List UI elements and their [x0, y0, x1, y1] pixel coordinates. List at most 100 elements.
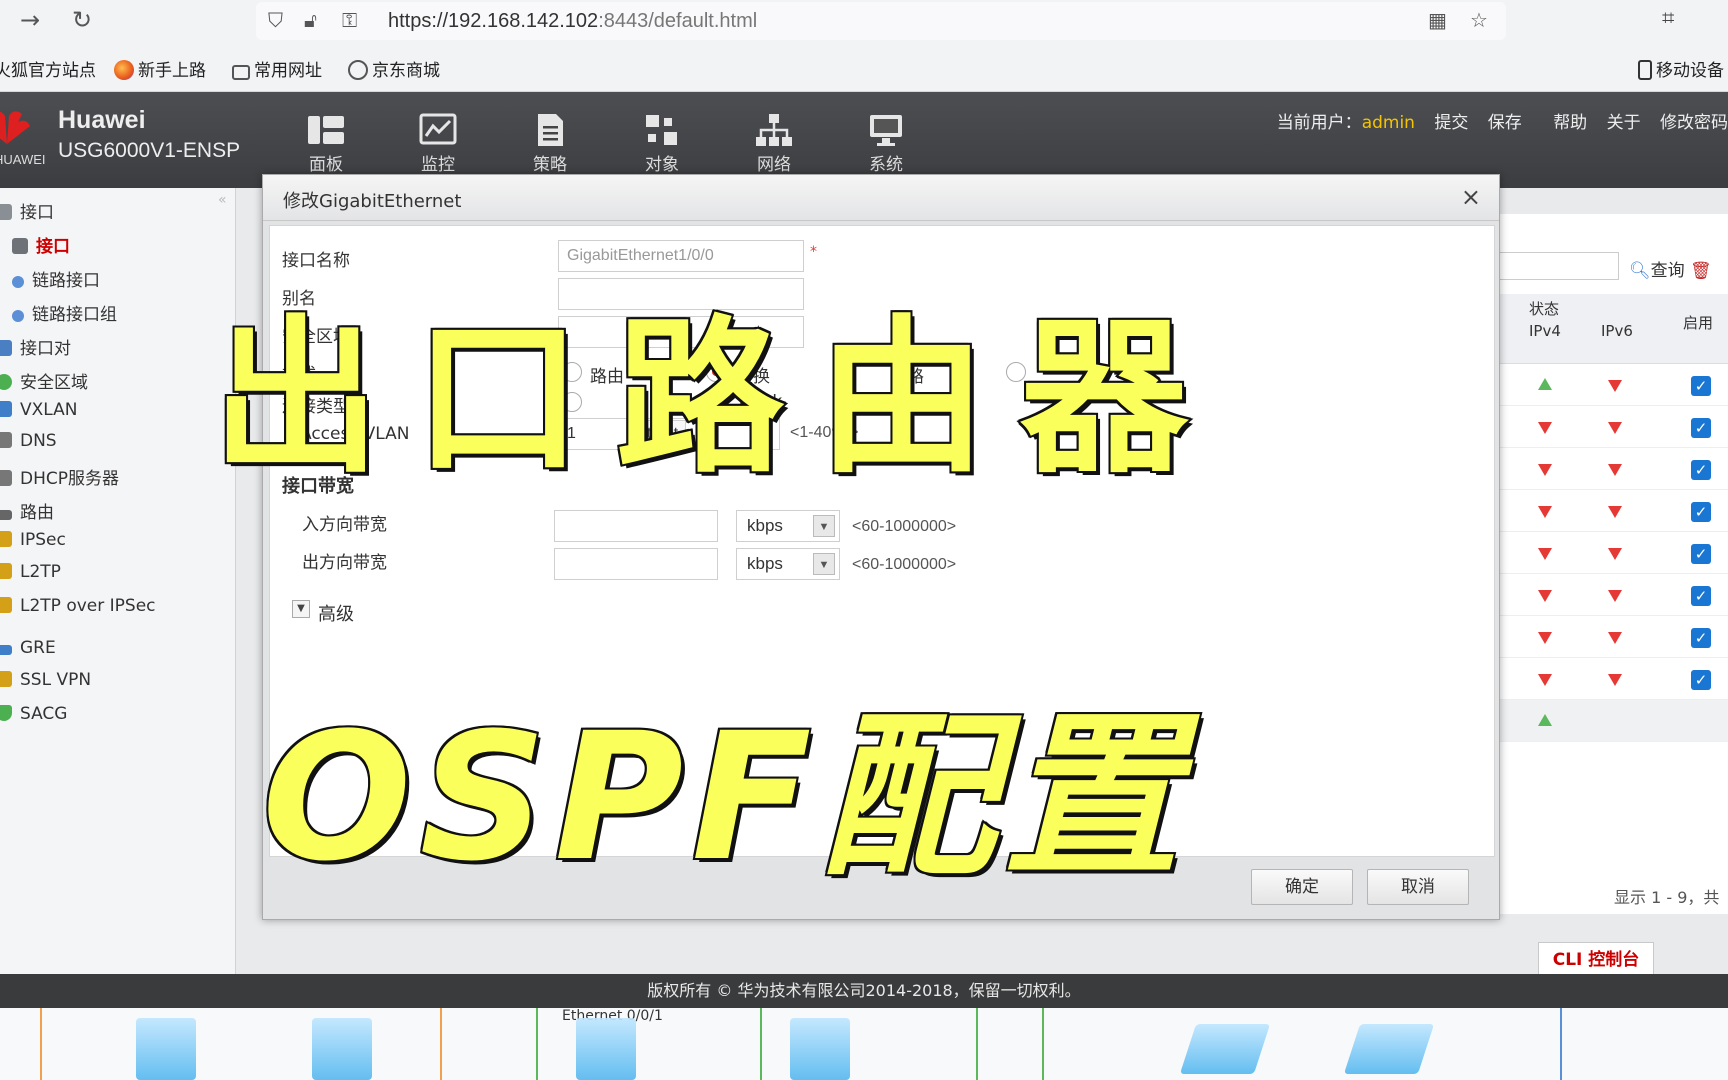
dialog-titlebar[interactable]: 修改GigabitEthernet ×: [263, 175, 1499, 221]
cancel-button[interactable]: 取消: [1367, 869, 1469, 905]
bookmark-star-icon[interactable]: ☆: [1470, 8, 1488, 32]
enable-checkbox[interactable]: ✓: [1691, 544, 1711, 564]
key-icon[interactable]: ⚿: [342, 8, 357, 32]
bookmark-item[interactable]: 新手上路: [114, 56, 206, 81]
inbound-bandwidth-field[interactable]: [554, 510, 718, 542]
pc-icon[interactable]: [136, 1018, 196, 1080]
search-input[interactable]: [1499, 252, 1619, 280]
nav-object[interactable]: 对象: [622, 112, 702, 175]
sidebar-item-security-zone[interactable]: 安全区域: [0, 368, 88, 393]
sidebar-item-routing[interactable]: 路由: [0, 498, 54, 523]
bookmark-item[interactable]: 京东商城: [348, 56, 440, 81]
l2tp-icon: [0, 563, 12, 579]
enable-checkbox[interactable]: ✓: [1691, 460, 1711, 480]
query-button[interactable]: 🔍︎查询 🗑︎: [1629, 256, 1712, 281]
down-arrow-icon: [1608, 506, 1622, 518]
nav-network[interactable]: 网络: [734, 112, 814, 175]
collapse-sidebar-icon[interactable]: «: [218, 192, 227, 208]
interface-icon: [0, 204, 12, 220]
qr-code-icon[interactable]: ▦: [1428, 8, 1447, 32]
mobile-bookmarks[interactable]: 移动设备: [1638, 56, 1724, 81]
advanced-section-toggle[interactable]: 高级: [318, 600, 354, 626]
table-row[interactable]: ✓: [1499, 658, 1728, 700]
table-row[interactable]: ✓: [1499, 574, 1728, 616]
sidebar-item-link-interface-group[interactable]: 链路接口组: [12, 300, 117, 325]
sidebar-item-gre[interactable]: GRE: [0, 638, 56, 658]
bookmark-item[interactable]: 火狐官方站点: [0, 56, 96, 81]
pc-icon[interactable]: [790, 1018, 850, 1080]
sidebar-item-ipsec[interactable]: IPSec: [0, 530, 66, 550]
nav-policy[interactable]: 策略: [510, 112, 590, 175]
copyright-bar: 版权所有 © 华为技术有限公司2014-2018，保留一切权利。: [0, 974, 1728, 1008]
table-row[interactable]: ✓: [1499, 364, 1728, 406]
down-arrow-icon: [1608, 548, 1622, 560]
forward-icon[interactable]: →: [20, 6, 40, 34]
laptop-icon[interactable]: [1179, 1024, 1271, 1074]
required-mark: *: [810, 244, 817, 260]
chevron-down-icon[interactable]: ▼: [813, 553, 835, 575]
about-link[interactable]: 关于: [1607, 113, 1641, 133]
sidebar-item-interface[interactable]: 接口: [12, 232, 70, 257]
save-link[interactable]: 保存: [1488, 113, 1522, 133]
inbound-unit-select[interactable]: kbps ▼: [736, 510, 840, 542]
sidebar-item-l2tp-over-ipsec[interactable]: L2TP over IPSec: [0, 596, 156, 616]
laptop-icon[interactable]: [1343, 1024, 1435, 1074]
sidebar-item-ssl-vpn[interactable]: SSL VPN: [0, 670, 91, 690]
enable-checkbox[interactable]: ✓: [1691, 376, 1711, 396]
close-icon[interactable]: ×: [1461, 183, 1481, 211]
table-row[interactable]: ✓: [1499, 490, 1728, 532]
browser-toolbar: → ↻ ⛉ 🔓︎ ⚿ https://192.168.142.102:8443/…: [0, 0, 1728, 42]
advanced-toggle-icon[interactable]: ▼: [292, 600, 310, 618]
nav-monitor[interactable]: 监控: [398, 112, 478, 175]
ipv4-header: IPv4: [1529, 322, 1561, 340]
enable-checkbox[interactable]: ✓: [1691, 418, 1711, 438]
nav-dashboard[interactable]: 面板: [286, 112, 366, 175]
up-arrow-icon: [1538, 378, 1552, 390]
sidebar-item-dns[interactable]: DNS: [0, 431, 57, 451]
outbound-unit-select[interactable]: kbps ▼: [736, 548, 840, 580]
sidebar-item-dhcp-server[interactable]: DHCP服务器: [0, 464, 119, 489]
enable-checkbox[interactable]: ✓: [1691, 670, 1711, 690]
reload-icon[interactable]: ↻: [72, 6, 92, 34]
enable-checkbox[interactable]: ✓: [1691, 628, 1711, 648]
sidebar-item-interface-pair[interactable]: 接口对: [0, 334, 71, 359]
lock-icon[interactable]: 🔓︎: [304, 8, 317, 32]
chevron-down-icon[interactable]: ▼: [813, 515, 835, 537]
shield-icon[interactable]: ⛉: [268, 8, 283, 32]
firefox-icon: [114, 60, 134, 80]
nav-system[interactable]: 系统: [846, 112, 926, 175]
vxlan-icon: [0, 401, 12, 417]
outbound-bandwidth-field[interactable]: [554, 548, 718, 580]
screenshot-icon[interactable]: ⌗: [1662, 6, 1674, 31]
ok-button[interactable]: 确定: [1251, 869, 1353, 905]
table-row[interactable]: ✓: [1499, 616, 1728, 658]
address-bar[interactable]: ⛉ 🔓︎ ⚿ https://192.168.142.102:8443/defa…: [256, 2, 1506, 40]
sidebar-item-l2tp[interactable]: L2TP: [0, 562, 61, 582]
sidebar-item-vxlan[interactable]: VXLAN: [0, 400, 77, 420]
delete-icon[interactable]: 🗑︎: [1690, 261, 1712, 281]
bookmark-item[interactable]: 常用网址: [232, 56, 322, 81]
cli-console-button[interactable]: CLI 控制台: [1538, 942, 1654, 976]
enable-checkbox[interactable]: ✓: [1691, 502, 1711, 522]
overlay-title-line1: 出口路由器: [210, 298, 1222, 498]
enable-checkbox[interactable]: ✓: [1691, 586, 1711, 606]
sidebar-item-interface-group[interactable]: 接口: [0, 198, 54, 223]
sidebar-item-sacg[interactable]: SACG: [0, 704, 67, 724]
table-row[interactable]: ✓: [1499, 406, 1728, 448]
url-text[interactable]: https://192.168.142.102:8443/default.htm…: [388, 10, 757, 33]
change-password-link[interactable]: 修改密码: [1660, 113, 1728, 133]
table-row[interactable]: [1499, 700, 1728, 742]
globe-icon: [348, 60, 368, 80]
down-arrow-icon: [1538, 422, 1552, 434]
sidebar-item-link-interface[interactable]: 链路接口: [12, 266, 100, 291]
down-arrow-icon: [1538, 464, 1552, 476]
table-row[interactable]: ✓: [1499, 532, 1728, 574]
table-row[interactable]: ✓: [1499, 448, 1728, 490]
help-link[interactable]: 帮助: [1553, 113, 1587, 133]
outbound-bandwidth-hint: <60-1000000>: [852, 556, 957, 573]
topology-strip: Ethernet 0/0/1: [0, 1008, 1728, 1080]
commit-link[interactable]: 提交: [1434, 113, 1468, 133]
pc-icon[interactable]: [312, 1018, 372, 1080]
pc-icon[interactable]: [576, 1018, 636, 1080]
unit-value: kbps: [747, 554, 783, 573]
